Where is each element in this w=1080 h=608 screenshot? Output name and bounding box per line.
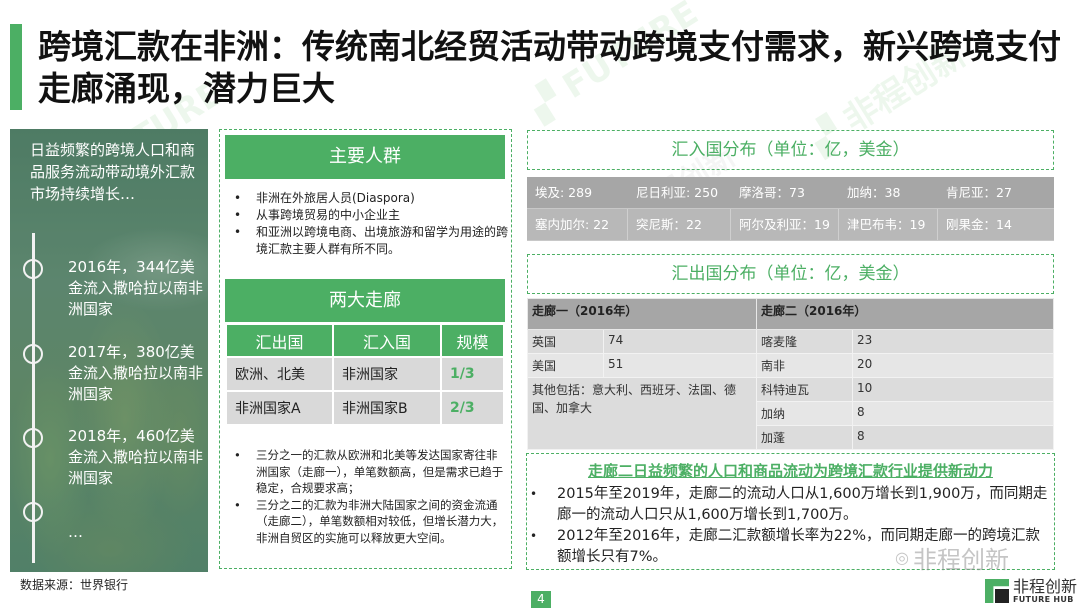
list-item: 从事跨境贸易的中小企业主 <box>226 207 511 224</box>
timeline-dot-icon <box>23 502 43 522</box>
page-title: 跨境汇款在非洲：传统南北经贸活动带动跨境支付需求，新兴跨境支付走廊涌现，潜力巨大 <box>38 26 1068 110</box>
inbound-cell: 尼日利亚: 250 <box>636 185 719 200</box>
logo-cn-text: 非程创新 <box>1013 577 1078 596</box>
from-cell: 欧洲、北美 <box>227 358 332 390</box>
inbound-cell: 突尼斯：22 <box>628 209 731 240</box>
inbound-cell: 刚果金：14 <box>946 217 1012 232</box>
inbound-cell: 肯尼亚：27 <box>946 185 1012 200</box>
inbound-cell: 塞内加尔: 22 <box>527 209 628 240</box>
title-accent-bar <box>10 24 22 110</box>
list-item: 和亚洲以跨境电商、出境旅游和留学为用途的跨境汇款主要人群有所不同。 <box>226 224 511 258</box>
timeline-dot-icon <box>23 259 43 279</box>
list-item: 三分之二的汇款为非洲大陆国家之间的资金流通（走廊二），单笔数额相对较低，但增长潜… <box>226 497 506 547</box>
corridor1-header: 走廊一（2016年） <box>527 298 757 330</box>
country-cell: 加蓬 <box>756 425 853 450</box>
data-source: 数据来源：世界银行 <box>20 578 129 592</box>
value-cell: 8 <box>852 425 1054 450</box>
country-cell: 喀麦隆 <box>756 329 853 354</box>
country-cell: 加纳 <box>756 401 853 426</box>
scale-cell: 2/3 <box>442 392 503 424</box>
corridor2-header: 走廊二（2016年） <box>756 298 1054 330</box>
value-cell: 20 <box>852 353 1054 378</box>
table-header-row: 走廊一（2016年） 走廊二（2016年） <box>527 298 1054 330</box>
logo-icon <box>985 579 1009 603</box>
table-row: 其他包括：意大利、西班牙、法国、德国、加拿大 科特迪瓦 10 <box>527 377 1054 450</box>
country-cell: 南非 <box>756 353 853 378</box>
main-groups-heading: 主要人群 <box>225 135 505 179</box>
inbound-cell: 津巴布韦：19 <box>839 209 938 240</box>
timeline-text: 2017年，380亿美金流入撒哈拉以南非洲国家 <box>68 343 204 403</box>
inbound-cell: 加纳：38 <box>847 185 901 200</box>
value-cell: 23 <box>852 329 1054 354</box>
table-row: 非洲国家A 非洲国家B 2/3 <box>227 392 503 424</box>
table-row: 欧洲、北美 非洲国家 1/3 <box>227 358 503 390</box>
timeline-item: 2016年，344亿美金流入撒哈拉以南非洲国家 <box>23 257 208 320</box>
outbound-table: 走廊一（2016年） 走廊二（2016年） 英国 74 喀麦隆 23 美国 51… <box>527 298 1054 450</box>
timeline-text: 2018年，460亿美金流入撒哈拉以南非洲国家 <box>68 427 204 487</box>
other-countries-cell: 其他包括：意大利、西班牙、法国、德国、加拿大 <box>527 377 757 450</box>
list-item: 三分之一的汇款从欧洲和北美等发达国家寄往非洲国家（走廊一），单笔数额高，但是需求… <box>226 447 506 497</box>
to-cell: 非洲国家 <box>334 358 440 390</box>
table-header-row: 汇出国 汇入国 规模 <box>227 325 503 356</box>
value-cell: 8 <box>852 401 1054 426</box>
country-cell: 科特迪瓦 <box>756 377 853 402</box>
table-row: 英国 74 喀麦隆 23 <box>527 329 1054 354</box>
left-image-panel: 日益频繁的跨境人口和商品服务流动带动境外汇款市场持续增长… 2016年，344亿… <box>10 129 208 572</box>
inbound-cell: 埃及: 289 <box>535 185 593 200</box>
inbound-row: 埃及: 289 尼日利亚: 250 摩洛哥：73 加纳：38 肯尼亚：27 <box>527 177 1054 209</box>
title-bold: 跨境汇款在非洲： <box>38 27 302 66</box>
wechat-icon: ◎ <box>895 548 909 567</box>
outbound-heading: 汇出国分布（单位：亿，美金） <box>527 254 1054 294</box>
column-header: 汇入国 <box>334 325 440 356</box>
value-cell: 74 <box>603 329 757 354</box>
from-cell: 非洲国家A <box>227 392 332 424</box>
scale-cell: 1/3 <box>442 358 503 390</box>
list-item: 2015年至2019年，走廊二的流动人口从1,600万增长到1,900万，而同期… <box>527 484 1052 526</box>
inbound-row: 塞内加尔: 22 突尼斯：22 阿尔及利亚：19 津巴布韦：19 刚果金：14 <box>527 209 1054 241</box>
timeline-item: … <box>23 500 208 543</box>
value-cell: 51 <box>603 353 757 378</box>
left-intro-text: 日益频繁的跨境人口和商品服务流动带动境外汇款市场持续增长… <box>30 141 196 203</box>
timeline-dot-icon <box>23 428 43 448</box>
column-header: 规模 <box>442 325 503 356</box>
wechat-watermark: ◎ 非程创新 <box>895 540 1009 575</box>
inbound-cell: 摩洛哥：73 <box>739 185 805 200</box>
insight-title: 走廊二日益频繁的人口和商品流动为跨境汇款行业提供新动力 <box>587 462 993 480</box>
corridors-heading: 两大走廊 <box>225 279 505 322</box>
timeline-item: 2017年，380亿美金流入撒哈拉以南非洲国家 <box>23 342 208 405</box>
inbound-grid: 埃及: 289 尼日利亚: 250 摩洛哥：73 加纳：38 肯尼亚：27 塞内… <box>527 177 1054 241</box>
page-number: 4 <box>531 591 551 608</box>
timeline-item: 2018年，460亿美金流入撒哈拉以南非洲国家 <box>23 426 208 489</box>
timeline-text: 2016年，344亿美金流入撒哈拉以南非洲国家 <box>68 258 204 318</box>
value-cell: 10 <box>852 377 1054 402</box>
main-groups-list: 非洲在外旅居人员(Diaspora) 从事跨境贸易的中小企业主 和亚洲以跨境电商… <box>226 190 511 258</box>
wechat-watermark-text: 非程创新 <box>912 546 1009 574</box>
country-cell: 美国 <box>527 353 604 378</box>
timeline-dot-icon <box>23 344 43 364</box>
country-cell: 英国 <box>527 329 604 354</box>
timeline-text: … <box>68 523 83 541</box>
column-header: 汇出国 <box>227 325 332 356</box>
logo-en-text: FUTURE HUB <box>1013 595 1074 604</box>
corridor-notes: 三分之一的汇款从欧洲和北美等发达国家寄往非洲国家（走廊一），单笔数额高，但是需求… <box>226 447 506 546</box>
brand-logo: 非程创新 FUTURE HUB <box>985 578 1077 604</box>
inbound-heading: 汇入国分布（单位：亿，美金） <box>527 130 1054 170</box>
to-cell: 非洲国家B <box>334 392 440 424</box>
inbound-cell: 阿尔及利亚：19 <box>731 209 839 240</box>
table-row: 美国 51 南非 20 <box>527 353 1054 378</box>
list-item: 非洲在外旅居人员(Diaspora) <box>226 190 511 207</box>
corridors-table: 汇出国 汇入国 规模 欧洲、北美 非洲国家 1/3 非洲国家A 非洲国家B 2/… <box>225 323 505 426</box>
